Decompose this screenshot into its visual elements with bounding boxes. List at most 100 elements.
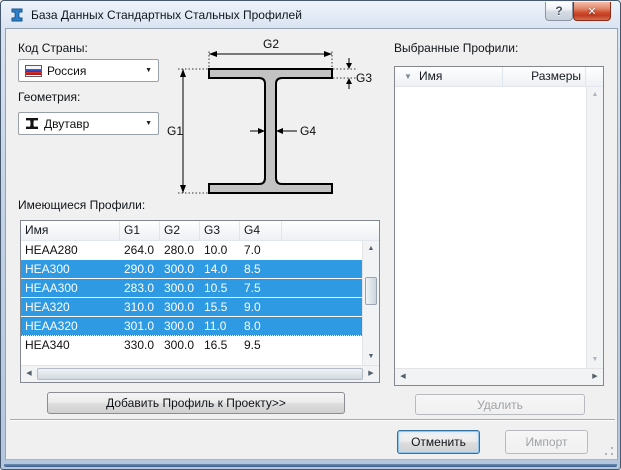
cell-g1: 264.0: [124, 243, 155, 257]
russia-flag-icon: [25, 64, 42, 77]
available-profiles-table: Имя G1 G2 G3 G4 HEAA280 264.0 280.0 10.0…: [20, 220, 380, 383]
add-profile-button[interactable]: Добавить Профиль к Проекту>>: [47, 392, 345, 414]
vertical-scrollbar[interactable]: ▲ ▼: [586, 87, 603, 368]
vertical-scrollbar[interactable]: ▲ ▼: [362, 241, 379, 365]
window-bottom-edge: [4, 464, 617, 467]
scroll-up-icon[interactable]: ▲: [587, 87, 603, 103]
column-header-name[interactable]: Имя: [21, 221, 120, 240]
cell-name: HEAA300: [25, 281, 78, 295]
column-header-filler: [282, 221, 379, 240]
add-profile-button-label: Добавить Профиль к Проекту>>: [106, 396, 286, 410]
geometry-label: Геометрия:: [18, 90, 81, 104]
ibeam-app-icon: [11, 8, 23, 22]
cell-g1: 283.0: [124, 281, 155, 295]
cell-name: HEAA320: [25, 319, 78, 333]
sort-icon[interactable]: ▼: [395, 67, 417, 86]
table-row[interactable]: HEA340 330.0 300.0 16.5 9.5: [21, 336, 362, 355]
column-header-g3[interactable]: G3: [200, 221, 240, 240]
scroll-left-icon[interactable]: ◀: [395, 369, 411, 385]
selected-table-body: [395, 87, 586, 368]
chevron-down-icon: ▼: [145, 67, 152, 74]
available-table-header[interactable]: Имя G1 G2 G3 G4: [21, 221, 379, 241]
ibeam-small-icon: [26, 118, 38, 129]
column-header-name[interactable]: Имя: [417, 67, 502, 86]
cell-g2: 300.0: [164, 338, 195, 352]
help-icon: ?: [555, 4, 563, 18]
cell-g2: 300.0: [164, 262, 195, 276]
cell-g3: 11.0: [204, 319, 227, 333]
cell-name: HEA320: [25, 300, 70, 314]
scroll-down-icon[interactable]: ▼: [363, 349, 379, 365]
dim-label-g3: G3: [356, 71, 372, 85]
cell-g3: 14.0: [204, 262, 228, 276]
dialog-client-area: Код Страны: Россия ▼ Геометрия: Двутавр …: [5, 28, 618, 460]
horizontal-scrollbar[interactable]: ◀ ▶: [21, 365, 379, 382]
scrollbar-thumb[interactable]: [37, 368, 363, 380]
scroll-up-icon[interactable]: ▲: [363, 241, 379, 257]
scroll-right-icon[interactable]: ▶: [587, 369, 603, 385]
column-header-g4[interactable]: G4: [240, 221, 282, 240]
dim-label-g1: G1: [167, 124, 183, 138]
available-profiles-label: Имеющиеся Профили:: [18, 198, 146, 212]
cell-g4: 9.5: [244, 338, 261, 352]
dim-label-g4: G4: [300, 124, 316, 138]
country-code-label: Код Страны:: [18, 41, 88, 55]
table-row-focused[interactable]: HEAA320 301.0 300.0 11.0 8.0: [21, 317, 362, 336]
import-button-label: Импорт: [525, 435, 568, 449]
column-header-filler: [586, 67, 603, 86]
column-header-g2[interactable]: G2: [160, 221, 200, 240]
cell-g3: 10.5: [204, 281, 228, 295]
country-select[interactable]: Россия ▼: [18, 59, 159, 82]
window-title: База Данных Стандартных Стальных Профиле…: [31, 8, 302, 22]
cell-g1: 290.0: [124, 262, 155, 276]
column-header-sizes[interactable]: Размеры: [502, 67, 586, 86]
cell-g3: 16.5: [204, 338, 228, 352]
cell-g2: 300.0: [164, 300, 195, 314]
available-table-body: HEAA280 264.0 280.0 10.0 7.0 HEA300 290.…: [21, 241, 362, 365]
help-button[interactable]: ?: [545, 2, 573, 21]
resize-grip[interactable]: [602, 444, 614, 456]
scroll-right-icon[interactable]: ▶: [363, 366, 379, 382]
cell-g1: 310.0: [124, 300, 155, 314]
profile-diagram: G2 G1 G3 G4: [167, 37, 372, 194]
cell-name: HEAA280: [25, 243, 78, 257]
table-row[interactable]: HEA320 310.0 300.0 15.5 9.0: [21, 298, 362, 317]
close-icon: ✕: [587, 5, 597, 18]
chevron-down-icon: ▼: [145, 120, 152, 127]
selected-profiles-table: ▼ Имя Размеры ▲ ▼ ◀ ▶: [394, 66, 604, 386]
table-row[interactable]: HEAA280 264.0 280.0 10.0 7.0: [21, 241, 362, 260]
cell-g4: 9.0: [244, 300, 261, 314]
import-button[interactable]: Импорт: [505, 430, 588, 454]
geometry-select-value: Двутавр: [44, 116, 90, 131]
column-header-g1[interactable]: G1: [120, 221, 160, 240]
cell-g1: 301.0: [124, 319, 155, 333]
cell-g3: 15.5: [204, 300, 228, 314]
selected-table-header[interactable]: ▼ Имя Размеры: [395, 67, 603, 87]
cell-g4: 8.0: [244, 319, 261, 333]
scrollbar-thumb[interactable]: [365, 277, 377, 305]
close-button[interactable]: ✕: [573, 2, 611, 21]
horizontal-scrollbar[interactable]: ◀ ▶: [395, 368, 603, 385]
dim-label-g2: G2: [263, 37, 279, 51]
cell-g2: 300.0: [164, 281, 195, 295]
cell-g1: 330.0: [124, 338, 155, 352]
scroll-down-icon[interactable]: ▼: [587, 352, 603, 368]
title-bar[interactable]: База Данных Стандартных Стальных Профиле…: [2, 2, 619, 28]
footer-divider: [10, 419, 615, 421]
cancel-button[interactable]: Отменить: [397, 430, 480, 454]
country-select-value: Россия: [47, 63, 87, 78]
geometry-select[interactable]: Двутавр ▼: [18, 112, 159, 135]
delete-button[interactable]: Удалить: [415, 394, 585, 415]
cell-g3: 10.0: [204, 243, 228, 257]
cell-name: HEA340: [25, 338, 70, 352]
cell-g4: 8.5: [244, 262, 261, 276]
scroll-left-icon[interactable]: ◀: [21, 366, 37, 382]
cancel-button-label: Отменить: [411, 435, 466, 449]
cell-name: HEA300: [25, 262, 70, 276]
cell-g4: 7.5: [244, 281, 261, 295]
table-row[interactable]: HEA300 290.0 300.0 14.0 8.5: [21, 260, 362, 279]
cell-g4: 7.0: [244, 243, 261, 257]
table-row[interactable]: HEAA300 283.0 300.0 10.5 7.5: [21, 279, 362, 298]
dialog-window: База Данных Стандартных Стальных Профиле…: [0, 0, 621, 470]
delete-button-label: Удалить: [477, 397, 523, 412]
